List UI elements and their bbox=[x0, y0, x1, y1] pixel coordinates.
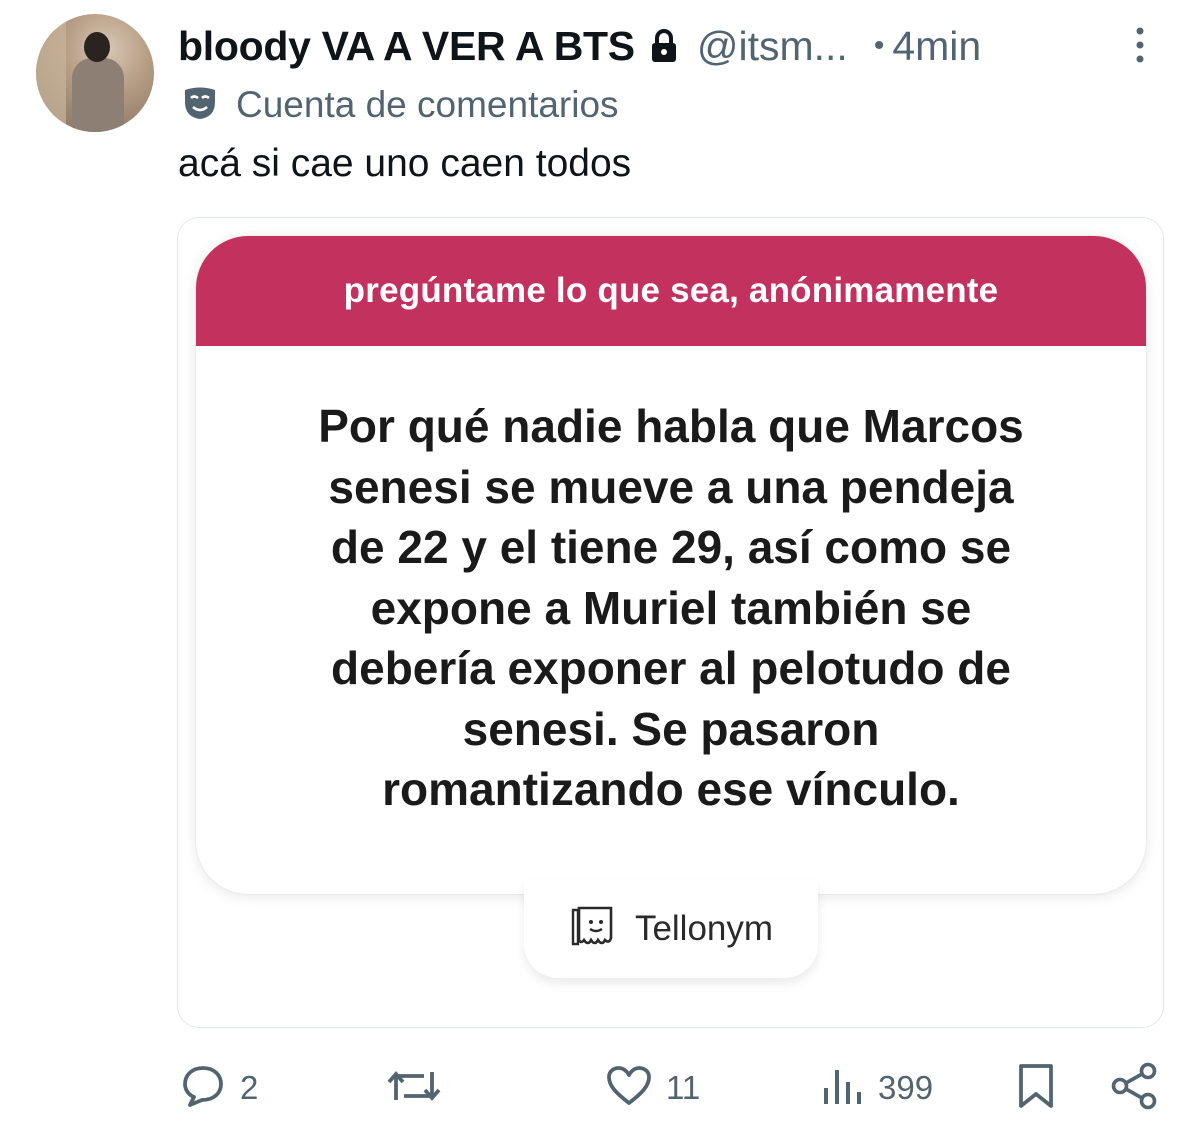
like-icon bbox=[606, 1065, 652, 1112]
views-icon bbox=[820, 1064, 864, 1113]
tellonym-brand-tab: Tellonym bbox=[524, 880, 818, 978]
tweet-text: acá si cae uno caen todos bbox=[178, 142, 632, 185]
more-icon[interactable] bbox=[1128, 24, 1152, 68]
avatar-figure-body bbox=[72, 58, 124, 132]
tellonym-brand-name: Tellonym bbox=[634, 909, 774, 948]
question-line: debería exponer al pelotudo de bbox=[331, 642, 1011, 694]
like-button[interactable]: 11 bbox=[606, 1062, 700, 1114]
timestamp[interactable]: 4min bbox=[892, 23, 981, 70]
views-button[interactable]: 399 bbox=[820, 1062, 933, 1114]
retweet-icon bbox=[386, 1064, 442, 1113]
share-button[interactable] bbox=[1110, 1062, 1160, 1114]
mask-icon bbox=[182, 85, 218, 126]
reply-count: 2 bbox=[240, 1069, 259, 1106]
retweet-button[interactable] bbox=[386, 1062, 456, 1114]
reply-icon bbox=[180, 1063, 226, 1114]
bookmark-button[interactable] bbox=[1016, 1062, 1056, 1114]
display-name[interactable]: bloody VA A VER A BTS bbox=[178, 23, 635, 70]
share-icon bbox=[1110, 1062, 1160, 1115]
tellonym-question: Por qué nadie habla que Marcos senesi se… bbox=[236, 396, 1106, 820]
avatar[interactable] bbox=[36, 14, 154, 132]
like-count: 11 bbox=[666, 1069, 701, 1106]
tellonym-logo-icon bbox=[569, 904, 617, 955]
tellonym-card: pregúntame lo que sea, anónimamente Por … bbox=[196, 236, 1146, 894]
avatar-background bbox=[36, 14, 66, 132]
user-handle[interactable]: @itsm... bbox=[697, 23, 848, 70]
account-type-label: Cuenta de comentarios bbox=[236, 84, 619, 125]
question-line: expone a Muriel también se bbox=[370, 581, 972, 634]
lock-icon bbox=[649, 26, 681, 66]
tellonym-banner: pregúntame lo que sea, anónimamente bbox=[196, 236, 1146, 346]
question-line: romantizando ese vínculo. bbox=[382, 763, 960, 815]
view-count: 399 bbox=[878, 1069, 934, 1106]
reply-button[interactable]: 2 bbox=[180, 1062, 258, 1114]
question-line: senesi. Se pasaron bbox=[462, 702, 880, 755]
bookmark-icon bbox=[1016, 1062, 1056, 1115]
question-line: de 22 y el tiene 29, así como se bbox=[330, 521, 1012, 573]
question-line: Por qué nadie habla que Marcos bbox=[318, 400, 1024, 452]
question-line: senesi se mueve a una pendeja bbox=[328, 460, 1014, 513]
tweet-header: bloody VA A VER A BTS @itsm... • 4min bbox=[178, 20, 981, 72]
account-label-row: Cuenta de comentarios bbox=[182, 84, 619, 126]
avatar-figure-head bbox=[84, 32, 110, 62]
separator-dot: • bbox=[873, 29, 885, 62]
